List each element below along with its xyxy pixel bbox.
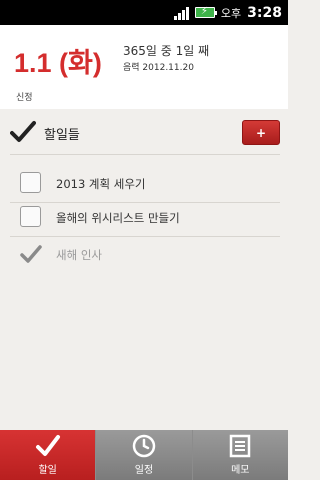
checkmark-icon — [10, 121, 36, 142]
task-text[interactable]: 새해 인사 — [56, 247, 102, 263]
checkmark-icon — [35, 435, 60, 456]
task-text[interactable]: 2013 계획 세우기 — [56, 176, 145, 192]
tab-label: 메모 — [231, 465, 250, 476]
list-item: 올해의 위시리스트 만들기 — [0, 199, 288, 235]
task-done-checkmark-icon[interactable] — [20, 244, 42, 264]
bottom-nav: 할일 일정 메모 — [0, 430, 288, 480]
holiday-label: 신정 — [16, 93, 33, 103]
battery-icon: ⚡ — [194, 6, 217, 18]
tab-todo[interactable]: 할일 — [0, 430, 96, 480]
tab-label: 할일 — [38, 465, 57, 476]
page-title: 1.1 (화) — [14, 48, 102, 78]
todo-section-title: 할일들 — [44, 128, 80, 143]
tab-schedule[interactable]: 일정 — [95, 430, 192, 480]
clock-icon — [132, 434, 156, 458]
divider — [10, 154, 280, 155]
status-ampm: 오후 — [220, 6, 242, 20]
task-checkbox[interactable] — [20, 172, 41, 193]
list-item: 2013 계획 세우기 — [0, 165, 288, 201]
task-checkbox[interactable] — [20, 206, 41, 227]
status-time: 3:28 — [247, 4, 282, 21]
lunar-date: 음력 2012.11.20 — [123, 63, 194, 73]
tab-memo[interactable]: 메모 — [191, 430, 288, 480]
status-bar: ⚡ 오후 3:28 — [0, 0, 288, 25]
add-task-button[interactable]: + — [242, 120, 280, 145]
list-item: 새해 인사 — [0, 236, 288, 272]
task-text[interactable]: 올해의 위시리스트 만들기 — [56, 210, 180, 226]
signal-icon — [173, 6, 189, 20]
date-header: 1.1 (화) 365일 중 1일 째 음력 2012.11.20 신정 — [0, 25, 288, 109]
todo-section-header: 할일들 + — [0, 112, 288, 152]
memo-icon — [230, 434, 251, 458]
day-count: 365일 중 1일 째 — [123, 44, 210, 58]
tab-label: 일정 — [134, 465, 154, 476]
